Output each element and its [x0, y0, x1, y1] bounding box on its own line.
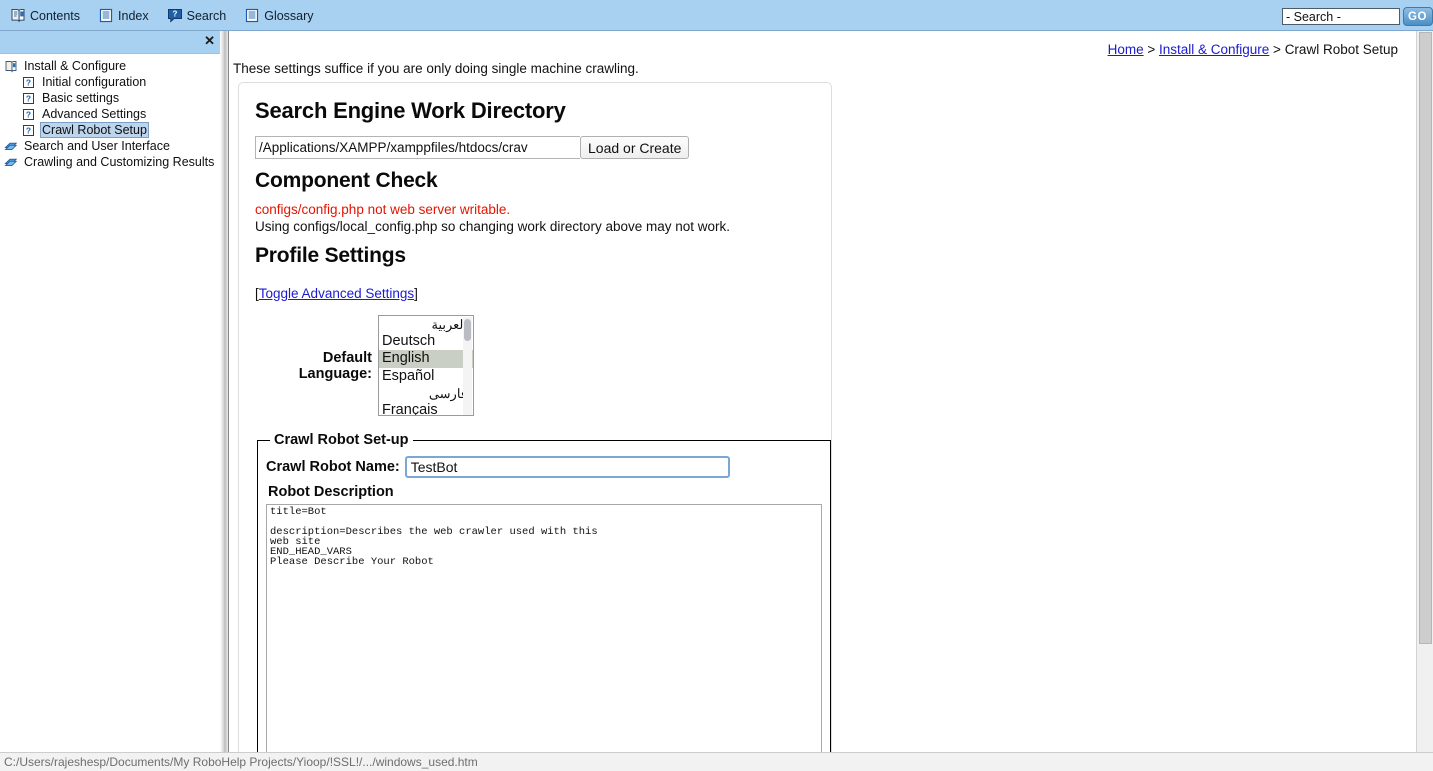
help-toolbar-tabs: Contents Index ? Search Glossary	[8, 0, 316, 31]
tree-item-initial-configuration[interactable]: ? Initial configuration	[2, 74, 220, 90]
book-closed-icon	[4, 140, 18, 153]
crawl-robot-setup-fieldset: Crawl Robot Set-up Crawl Robot Name: Rob…	[257, 432, 831, 752]
crawl-robot-name-label: Crawl Robot Name:	[266, 459, 400, 475]
toolbar-tab-glossary[interactable]: Glossary	[242, 7, 315, 24]
content-vertical-scrollbar[interactable]	[1416, 31, 1433, 752]
toolbar-tab-label: Search	[186, 8, 227, 23]
component-check-heading: Component Check	[255, 169, 438, 192]
crawl-robot-name-input[interactable]	[404, 456, 730, 478]
language-option[interactable]: فارسی	[379, 385, 473, 402]
load-or-create-button[interactable]: Load or Create	[580, 136, 690, 159]
search-input[interactable]	[1282, 8, 1400, 25]
language-listbox-scroll-thumb[interactable]	[463, 319, 471, 341]
intro-text: These settings suffice if you are only d…	[233, 61, 639, 76]
index-list-icon	[98, 8, 114, 23]
toolbar-tab-index[interactable]: Index	[96, 7, 151, 24]
topic-question-icon: ?	[22, 108, 36, 121]
tree-item-basic-settings[interactable]: ? Basic settings	[2, 90, 220, 106]
language-option[interactable]: Français	[379, 402, 473, 415]
navigation-sidebar: ✕ Install & Configure ? Initial configur…	[0, 31, 220, 752]
close-icon[interactable]: ✕	[204, 34, 215, 48]
book-icon	[10, 8, 26, 23]
language-option[interactable]: Español	[379, 368, 473, 385]
bracket-close: ]	[414, 286, 418, 301]
breadcrumb-separator: >	[1143, 42, 1159, 57]
breadcrumb-separator: >	[1269, 42, 1285, 57]
search-go-button[interactable]: GO	[1403, 7, 1433, 26]
tree-item-search-and-user-interface[interactable]: Search and User Interface	[2, 138, 220, 154]
tree-item-label: Install & Configure	[24, 59, 127, 73]
glossary-list-icon	[244, 8, 260, 23]
language-option[interactable]: Deutsch	[379, 333, 473, 350]
tree-item-label: Advanced Settings	[42, 107, 147, 121]
book-closed-icon	[4, 156, 18, 169]
crawl-robot-name-row: Crawl Robot Name:	[266, 456, 822, 478]
tree-item-install-configure[interactable]: Install & Configure	[2, 58, 220, 74]
toolbar-search-area: GO	[1282, 7, 1433, 26]
topic-question-icon: ?	[22, 76, 36, 89]
toolbar-tab-contents[interactable]: Contents	[8, 7, 82, 24]
component-check-error: configs/config.php not web server writab…	[255, 202, 511, 217]
default-language-listbox[interactable]: العربية Deutsch English Español فارسی Fr…	[378, 315, 474, 416]
tree-item-advanced-settings[interactable]: ? Advanced Settings	[2, 106, 220, 122]
tree-item-label: Initial configuration	[42, 75, 147, 89]
breadcrumb: Home > Install & Configure > Crawl Robot…	[1108, 42, 1398, 57]
topic-question-icon: ?	[22, 124, 36, 137]
sidebar-header: ✕	[0, 31, 220, 54]
tree-item-crawling-and-customizing-results[interactable]: Crawling and Customizing Results	[2, 154, 220, 170]
component-check-note: Using configs/local_config.php so changi…	[255, 219, 730, 234]
svg-text:?: ?	[26, 77, 31, 87]
default-language-label: Default Language:	[298, 349, 372, 382]
language-option[interactable]: العربية	[379, 316, 473, 333]
svg-text:?: ?	[172, 10, 177, 19]
svg-text:?: ?	[26, 125, 31, 135]
sidebar-splitter[interactable]	[220, 31, 229, 752]
search-question-bubble-icon: ?	[167, 8, 183, 23]
top-toolbar: Contents Index ? Search Glossary - Searc…	[0, 0, 1433, 31]
tree-item-label: Crawling and Customizing Results	[24, 155, 215, 169]
tree-item-label: Basic settings	[42, 91, 120, 105]
breadcrumb-link-home[interactable]: Home	[1108, 42, 1144, 57]
work-directory-row: Load or Create	[255, 136, 815, 159]
toolbar-tab-label: Contents	[30, 8, 81, 23]
language-option-selected[interactable]: English	[379, 350, 473, 368]
svg-text:?: ?	[26, 109, 31, 119]
tree-item-crawl-robot-setup[interactable]: ? Crawl Robot Setup	[2, 122, 220, 138]
profile-settings-heading: Profile Settings	[255, 244, 406, 267]
contents-tree: Install & Configure ? Initial configurat…	[0, 54, 220, 170]
work-directory-heading: Search Engine Work Directory	[255, 98, 566, 123]
breadcrumb-current: Crawl Robot Setup	[1284, 42, 1398, 57]
toggle-advanced-settings-link[interactable]: Toggle Advanced Settings	[259, 286, 414, 301]
settings-card: Search Engine Work Directory Load or Cre…	[238, 82, 832, 752]
language-listbox-scrollbar[interactable]	[463, 317, 472, 415]
toggle-advanced-settings-row: [Toggle Advanced Settings]	[255, 286, 815, 301]
status-bar: C:/Users/rajeshesp/Documents/My RoboHelp…	[0, 752, 1433, 771]
content-pane: Home > Install & Configure > Crawl Robot…	[230, 31, 1416, 752]
tree-item-label: Search and User Interface	[24, 139, 170, 153]
toolbar-tab-label: Index	[118, 8, 149, 23]
robot-description-textarea[interactable]: title=Bot description=Describes the web …	[266, 504, 822, 752]
work-directory-input[interactable]	[255, 136, 580, 159]
crawl-robot-setup-legend: Crawl Robot Set-up	[274, 432, 409, 448]
content-scroll-thumb[interactable]	[1419, 32, 1432, 644]
svg-text:?: ?	[26, 93, 31, 103]
breadcrumb-link-install-configure[interactable]: Install & Configure	[1159, 42, 1269, 57]
toolbar-tab-search[interactable]: ? Search	[165, 7, 229, 24]
tree-item-label: Crawl Robot Setup	[40, 122, 149, 138]
robot-description-label: Robot Description	[268, 484, 394, 500]
book-icon	[4, 60, 18, 73]
default-language-row: Default Language: العربية Deutsch Englis…	[255, 315, 815, 416]
topic-question-icon: ?	[22, 92, 36, 105]
toolbar-tab-label: Glossary	[264, 8, 314, 23]
